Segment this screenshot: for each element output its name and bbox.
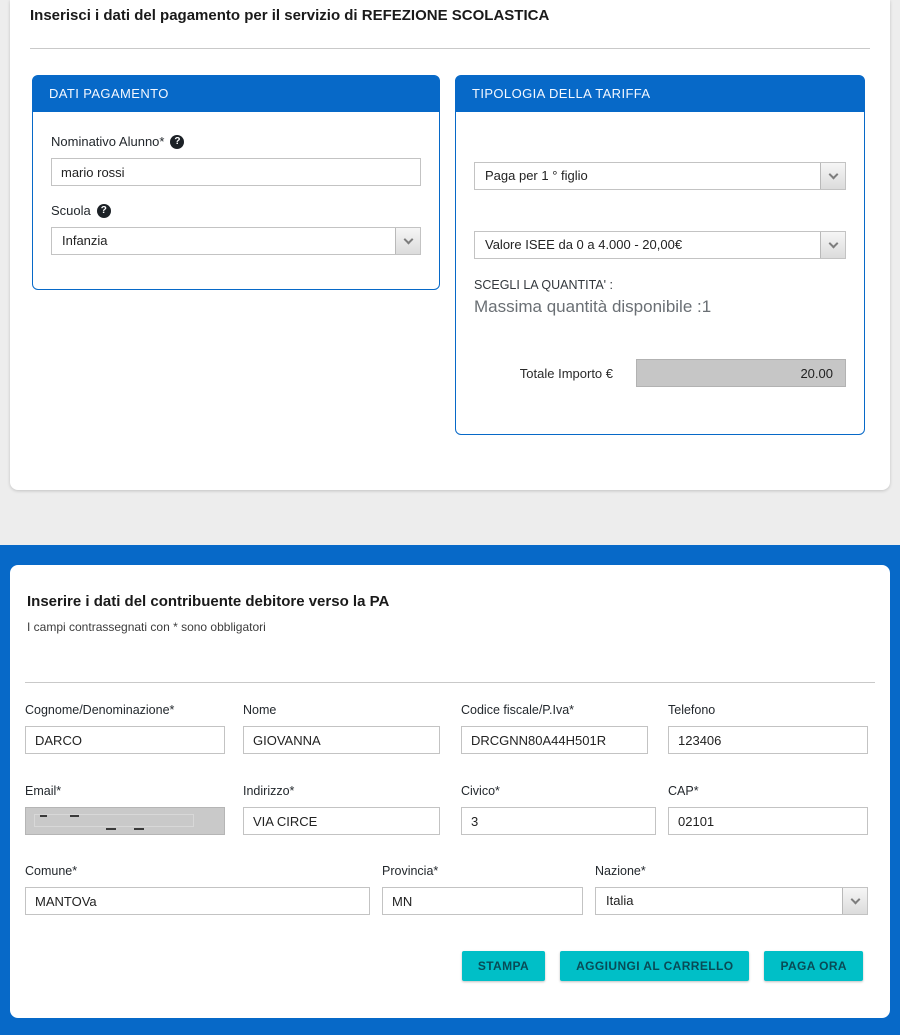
school-label: Scuola ? [51, 203, 421, 218]
student-name-input[interactable] [51, 158, 421, 186]
zip-field-group: CAP* [668, 784, 868, 835]
address-field-group: Indirizzo* [243, 784, 440, 835]
surname-input[interactable] [25, 726, 225, 754]
city-input[interactable] [25, 887, 370, 915]
child-number-select[interactable]: Paga per 1 ° figlio [474, 162, 846, 190]
debtor-form-title: Inserire i dati del contribuente debitor… [27, 593, 389, 610]
fiscal-code-label: Codice fiscale/P.Iva* [461, 703, 648, 717]
fiscal-code-field-group: Codice fiscale/P.Iva* [461, 703, 648, 754]
province-input[interactable] [382, 887, 583, 915]
phone-label: Telefono [668, 703, 868, 717]
zip-label: CAP* [668, 784, 868, 798]
chevron-down-icon [820, 163, 845, 189]
surname-field-group: Cognome/Denominazione* [25, 703, 225, 754]
quantity-label: SCEGLI LA QUANTITA' : [474, 278, 846, 292]
nation-label: Nazione* [595, 864, 868, 878]
address-input[interactable] [243, 807, 440, 835]
chevron-down-icon [842, 888, 867, 914]
dati-pagamento-panel: DATI PAGAMENTO Nominativo Alunno* ? Scuo… [32, 75, 440, 290]
chevron-down-icon [820, 232, 845, 258]
school-select[interactable]: Infanzia [51, 227, 421, 255]
nation-field-group: Nazione* Italia [595, 864, 868, 915]
civic-label: Civico* [461, 784, 656, 798]
isee-tariff-select[interactable]: Valore ISEE da 0 a 4.000 - 20,00€ [474, 231, 846, 259]
name-input[interactable] [243, 726, 440, 754]
civic-input[interactable] [461, 807, 656, 835]
help-icon[interactable]: ? [170, 135, 184, 149]
total-row: Totale Importo € [474, 359, 846, 387]
debtor-section: Inserire i dati del contribuente debitor… [0, 545, 900, 1035]
print-button[interactable]: STAMPA [462, 951, 545, 981]
payment-section-card: Inserisci i dati del pagamento per il se… [10, 0, 890, 490]
page: Inserisci i dati del pagamento per il se… [0, 0, 900, 1035]
tipologia-tariffa-body: Paga per 1 ° figlio Valore ISEE da 0 a 4… [456, 162, 864, 387]
fiscal-code-input[interactable] [461, 726, 648, 754]
form-divider [25, 682, 875, 683]
name-label: Nome [243, 703, 440, 717]
email-input-redacted[interactable] [25, 807, 225, 835]
phone-input[interactable] [668, 726, 868, 754]
add-to-cart-button[interactable]: AGGIUNGI AL CARRELLO [560, 951, 749, 981]
title-divider [30, 48, 870, 49]
address-label: Indirizzo* [243, 784, 440, 798]
email-label: Email* [25, 784, 225, 798]
civic-field-group: Civico* [461, 784, 656, 835]
max-quantity-text: Massima quantità disponibile :1 [474, 297, 846, 317]
tipologia-tariffa-header: TIPOLOGIA DELLA TARIFFA [456, 76, 864, 112]
city-field-group: Comune* [25, 864, 370, 915]
form-actions: STAMPA AGGIUNGI AL CARRELLO PAGA ORA [462, 951, 863, 981]
surname-label: Cognome/Denominazione* [25, 703, 225, 717]
nation-select[interactable]: Italia [595, 887, 868, 915]
province-field-group: Provincia* [382, 864, 583, 915]
chevron-down-icon [395, 228, 420, 254]
debtor-form-card: Inserire i dati del contribuente debitor… [10, 565, 890, 1018]
pay-now-button[interactable]: PAGA ORA [764, 951, 863, 981]
tipologia-tariffa-panel: TIPOLOGIA DELLA TARIFFA Paga per 1 ° fig… [455, 75, 865, 435]
name-field-group: Nome [243, 703, 440, 754]
total-amount-field [636, 359, 846, 387]
debtor-form-subtitle: I campi contrassegnati con * sono obblig… [27, 620, 266, 634]
dati-pagamento-header: DATI PAGAMENTO [33, 76, 439, 112]
page-title: Inserisci i dati del pagamento per il se… [30, 7, 549, 24]
province-label: Provincia* [382, 864, 583, 878]
student-name-label: Nominativo Alunno* ? [51, 134, 421, 149]
total-amount-label: Totale Importo € [520, 366, 613, 381]
email-field-group: Email* [25, 784, 225, 835]
help-icon[interactable]: ? [97, 204, 111, 218]
zip-input[interactable] [668, 807, 868, 835]
city-label: Comune* [25, 864, 370, 878]
phone-field-group: Telefono [668, 703, 868, 754]
dati-pagamento-body: Nominativo Alunno* ? Scuola ? Infanzia [33, 134, 439, 255]
